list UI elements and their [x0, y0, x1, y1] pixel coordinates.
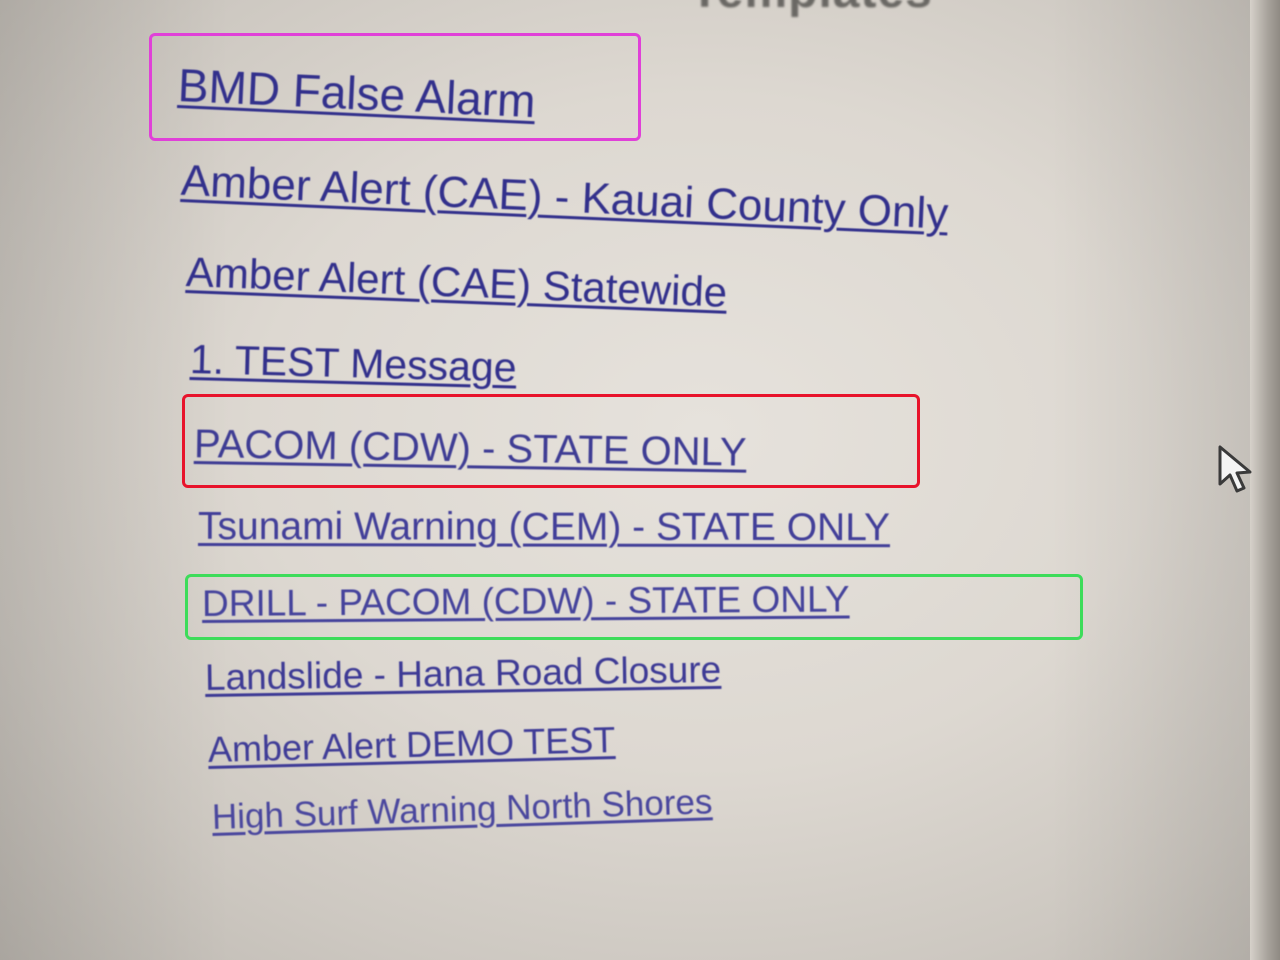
- template-link-high-surf-warning[interactable]: High Surf Warning North Shores: [211, 782, 713, 838]
- template-link-amber-alert-demo[interactable]: Amber Alert DEMO TEST: [207, 719, 615, 771]
- template-link-amber-alert-statewide[interactable]: Amber Alert (CAE) Statewide: [185, 248, 728, 317]
- highlight-box-green: [185, 574, 1083, 640]
- highlight-box-red: [182, 394, 920, 488]
- template-link-test-message[interactable]: 1. TEST Message: [189, 336, 517, 392]
- highlight-box-magenta: [149, 33, 641, 141]
- section-heading: Templates: [690, 0, 933, 19]
- template-link-tsunami-warning[interactable]: Tsunami Warning (CEM) - STATE ONLY: [198, 505, 890, 550]
- arrow-pointer-icon: [1218, 445, 1252, 493]
- template-link-landslide-hana[interactable]: Landslide - Hana Road Closure: [205, 649, 722, 699]
- template-link-amber-alert-kauai[interactable]: Amber Alert (CAE) - Kauai County Only: [180, 156, 949, 239]
